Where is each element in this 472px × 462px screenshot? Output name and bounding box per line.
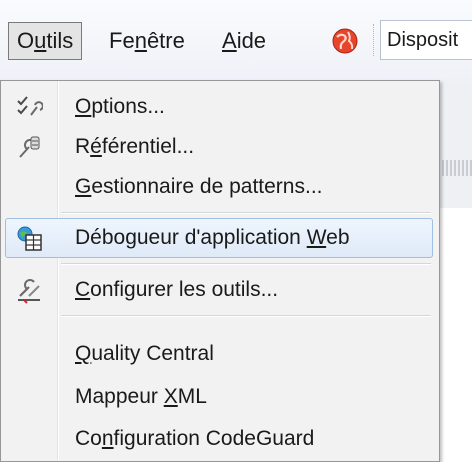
menu-outils-mnemonic: u: [34, 28, 47, 53]
menu-fenetre-pre: Fe: [109, 28, 135, 53]
menu-item-label: Gestionnaire de patterns...: [75, 167, 323, 207]
menu-item-gestionnaire-patterns[interactable]: Gestionnaire de patterns...: [5, 167, 433, 207]
menu-item-label: Configurer les outils...: [75, 270, 278, 310]
patterns-post: estionnaire de patterns...: [91, 175, 323, 198]
menu-item-referentiel[interactable]: Référentiel...: [5, 127, 433, 167]
referentiel-mnemonic: é: [90, 135, 102, 158]
menu-aide-mnemonic: A: [222, 28, 237, 53]
menu-item-label: Configuration CodeGuard: [75, 419, 314, 459]
menu-separator: [61, 212, 431, 214]
menu-separator: [61, 263, 431, 265]
layout-combo[interactable]: Disposit: [380, 20, 472, 60]
outils-dropdown: Options... Référentiel... Gestionnaire d…: [0, 80, 440, 462]
configurer-post: onfigurer les outils...: [90, 278, 279, 301]
options-mnemonic: O: [75, 95, 92, 118]
menu-outils[interactable]: Outils: [8, 22, 83, 60]
menu-item-label: Débogueur d'application Web: [75, 219, 350, 257]
debogueur-mnemonic: W: [306, 226, 327, 249]
configurer-mnemonic: C: [75, 278, 91, 301]
referentiel-pre: R: [75, 135, 91, 158]
debogueur-pre: Débogueur d'application: [75, 226, 307, 249]
menu-bar: Outils Fenêtre Aide Disposit: [0, 0, 472, 82]
menu-outils-post: tils: [46, 28, 74, 53]
menu-aide-post: ide: [236, 28, 267, 53]
menu-item-label: Mappeur XML: [75, 377, 207, 417]
debogueur-post: eb: [326, 226, 350, 249]
mappeur-mnemonic: X: [163, 385, 178, 408]
codeguard-pre: Co: [75, 427, 102, 450]
menu-item-configurer-outils[interactable]: Configurer les outils...: [5, 270, 433, 310]
patterns-mnemonic: G: [75, 175, 92, 198]
menu-item-label: Options...: [75, 87, 165, 127]
mappeur-post: ML: [177, 385, 207, 408]
menu-separator: [61, 315, 431, 317]
repository-icon: [19, 136, 40, 158]
menu-fenetre-post: être: [146, 28, 185, 53]
menu-item-options[interactable]: Options...: [5, 87, 433, 127]
quality-post: uality Central: [91, 342, 214, 365]
menu-item-debogueur-web[interactable]: Débogueur d'application Web: [5, 218, 433, 258]
menu-outils-pre: O: [17, 28, 35, 53]
menu-aide[interactable]: Aide: [214, 22, 274, 60]
options-check-wrench-icon: [17, 96, 43, 116]
codeguard-mnemonic: n: [101, 427, 114, 450]
configure-tools-icon: [18, 279, 40, 304]
menu-item-quality-central[interactable]: Quality Central: [5, 334, 433, 374]
menu-item-label: Quality Central: [75, 334, 214, 374]
options-post: ptions...: [91, 95, 165, 118]
quality-mnemonic: Q: [75, 342, 92, 365]
menu-item-label: Référentiel...: [75, 127, 194, 167]
menu-item-configuration-codeguard[interactable]: Configuration CodeGuard: [5, 419, 433, 459]
menu-fenetre[interactable]: Fenêtre: [101, 22, 193, 60]
codeguard-post: figuration CodeGuard: [113, 427, 315, 450]
menu-item-mappeur-xml[interactable]: Mappeur XML: [5, 377, 433, 417]
workspace-grip: [438, 160, 472, 176]
layout-combo-value: Disposit: [387, 29, 459, 51]
globe-icon[interactable]: [331, 27, 359, 55]
toolbar-separator: [373, 24, 375, 56]
web-debugger-icon: [17, 226, 42, 251]
referentiel-post: férentiel...: [101, 135, 195, 158]
mappeur-pre: Mappeur: [75, 385, 164, 408]
menu-fenetre-mnemonic: n: [134, 28, 147, 53]
workspace-panel: [438, 208, 472, 462]
